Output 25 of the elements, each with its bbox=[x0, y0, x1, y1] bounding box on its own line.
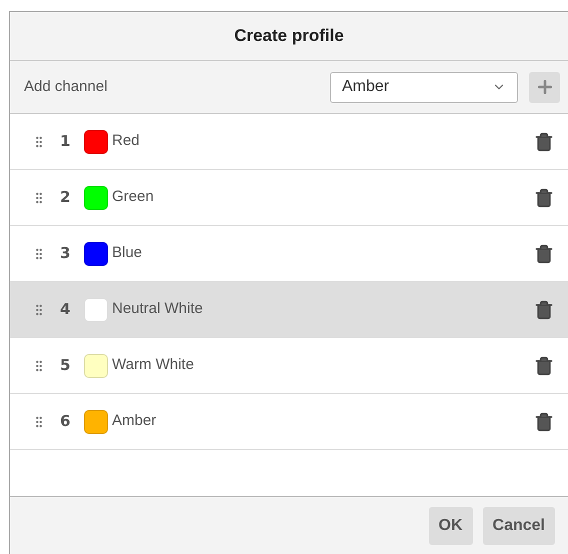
channel-name: Blue bbox=[112, 243, 144, 264]
channel-name: Red bbox=[112, 131, 141, 152]
channel-name: Amber bbox=[112, 411, 158, 432]
channel-number: 4 bbox=[60, 299, 72, 320]
trash-icon[interactable] bbox=[534, 412, 554, 432]
channel-number: 6 bbox=[60, 411, 72, 432]
trash-icon[interactable] bbox=[534, 356, 554, 376]
ok-button[interactable]: OK bbox=[428, 506, 473, 544]
add-button[interactable] bbox=[529, 72, 560, 102]
dialog-title: Create profile bbox=[234, 25, 344, 48]
channel-name: Warm White bbox=[112, 355, 195, 376]
trash-icon[interactable] bbox=[534, 132, 554, 152]
channel-number: 2 bbox=[60, 187, 72, 208]
channel-number: 3 bbox=[60, 243, 72, 264]
trash-icon[interactable] bbox=[534, 300, 554, 320]
channel-name: Neutral White bbox=[112, 299, 204, 320]
trash-icon[interactable] bbox=[534, 244, 554, 264]
channel-select[interactable]: Amber bbox=[330, 72, 518, 102]
channel-number: 1 bbox=[60, 131, 72, 152]
cancel-button[interactable]: Cancel bbox=[482, 506, 555, 544]
trash-icon[interactable] bbox=[534, 188, 554, 208]
add-channel-label: Add channel bbox=[24, 76, 108, 97]
channel-name: Green bbox=[112, 187, 155, 208]
channel-number: 5 bbox=[60, 355, 72, 376]
channel-row[interactable]: 4 Neutral White bbox=[10, 282, 568, 338]
